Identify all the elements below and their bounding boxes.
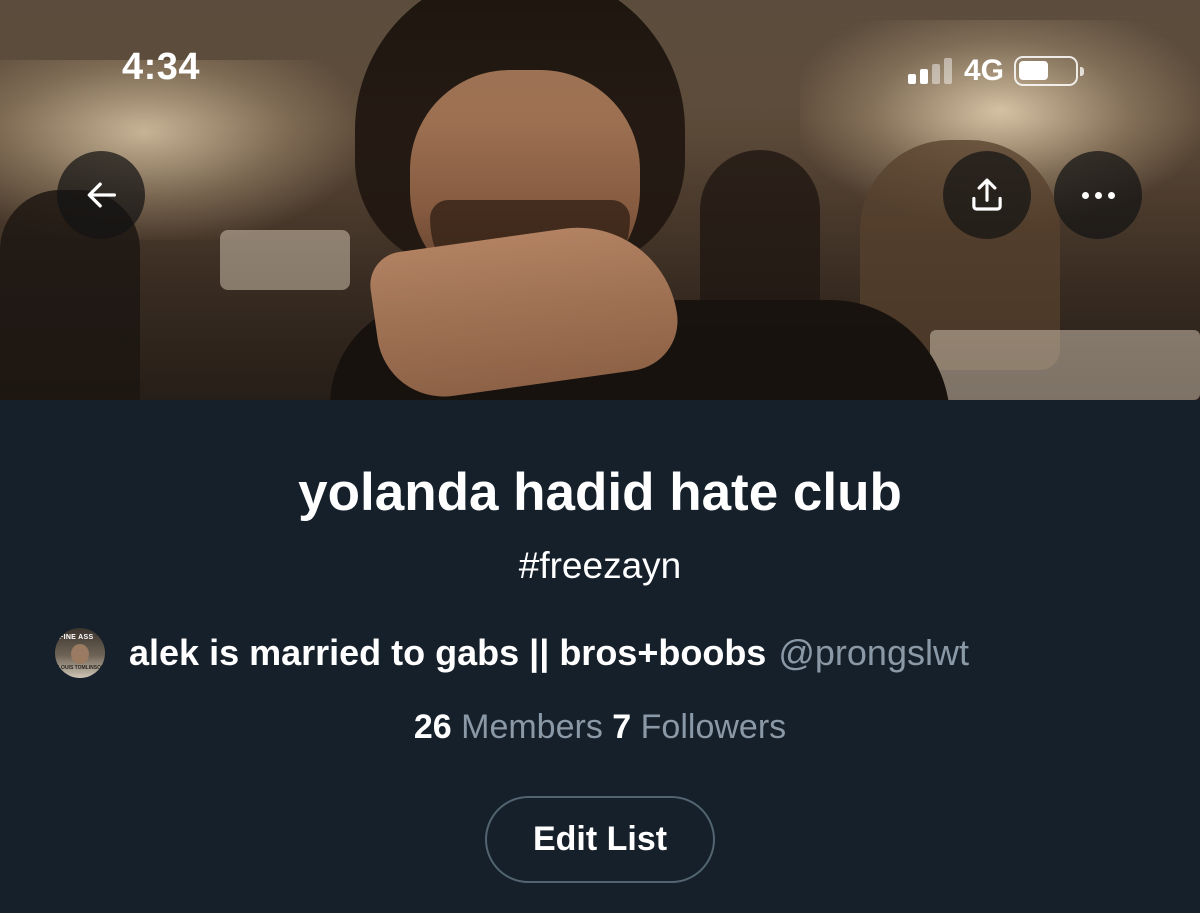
followers-count[interactable]: 7 bbox=[612, 708, 631, 746]
back-button[interactable] bbox=[57, 151, 145, 239]
more-horizontal-icon bbox=[1081, 191, 1115, 199]
status-time: 4:34 bbox=[122, 46, 201, 88]
owner-display-name[interactable]: alek is married to gabs || bros+boobs bbox=[129, 632, 766, 674]
avatar[interactable]: FINE ASS LOUIS TOMLINSON bbox=[55, 628, 105, 678]
share-icon bbox=[972, 178, 1002, 211]
list-stats: 26 Members 7 Followers bbox=[0, 708, 1200, 747]
network-type: 4G bbox=[964, 54, 1005, 87]
owner-handle[interactable]: @prongslwt bbox=[778, 632, 969, 674]
more-button[interactable] bbox=[1054, 151, 1142, 239]
members-count[interactable]: 26 bbox=[414, 708, 452, 746]
arrow-left-icon bbox=[87, 182, 117, 208]
list-screen: 4:34 4G yolanda hadid hate club #freezay bbox=[0, 0, 1200, 913]
followers-label[interactable]: Followers bbox=[641, 708, 786, 746]
cellular-signal-icon bbox=[908, 58, 952, 84]
list-title: yolanda hadid hate club bbox=[298, 463, 902, 522]
share-button[interactable] bbox=[943, 151, 1031, 239]
list-description: #freezayn bbox=[518, 545, 682, 586]
list-owner[interactable]: FINE ASS LOUIS TOMLINSON alek is married… bbox=[55, 628, 969, 678]
members-label[interactable]: Members bbox=[461, 708, 603, 746]
battery-icon bbox=[1014, 56, 1085, 86]
status-indicators: 4G bbox=[908, 54, 1085, 88]
edit-list-button[interactable]: Edit List bbox=[485, 796, 715, 883]
